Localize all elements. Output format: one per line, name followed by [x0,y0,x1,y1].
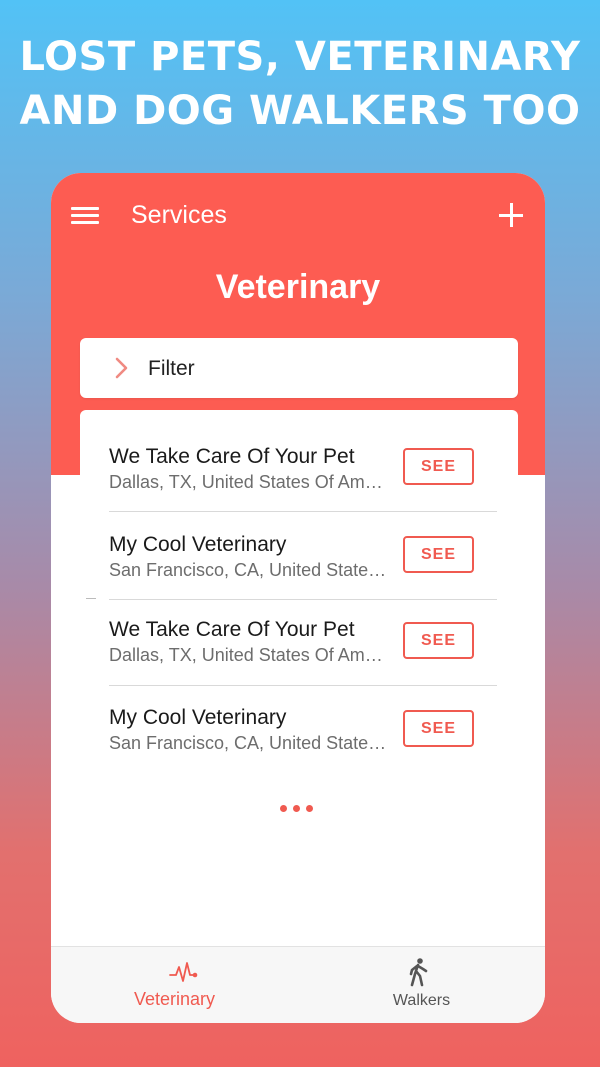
service-address: San Francisco, CA, United States Of Amer… [109,560,391,580]
more-dots-icon[interactable] [280,805,318,813]
divider [109,685,497,686]
see-button[interactable]: SEE [403,448,474,485]
promo-headline: LOST PETS, VETERINARY AND DOG WALKERS TO… [0,30,600,138]
list-item[interactable]: We Take Care Of Your Pet Dallas, TX, Uni… [109,444,497,532]
page-title: Veterinary [215,268,381,306]
add-icon[interactable] [499,203,523,227]
list-item[interactable]: We Take Care Of Your Pet Dallas, TX, Uni… [109,617,497,705]
walking-person-icon [409,958,428,987]
see-button[interactable]: SEE [403,622,474,659]
headline-line-1: LOST PETS, VETERINARY [19,34,581,80]
services-list: We Take Care Of Your Pet Dallas, TX, Uni… [80,410,518,1023]
tab-veterinary[interactable]: Veterinary [51,947,298,1023]
filter-label: Filter [148,357,195,380]
divider [109,511,497,512]
divider [86,598,96,599]
app-bar-title: Services [131,201,227,229]
tab-walkers[interactable]: Walkers [298,947,545,1023]
service-address: Dallas, TX, United States Of America [109,472,391,492]
see-button[interactable]: SEE [403,710,474,747]
tab-label: Walkers [392,992,451,1009]
bottom-navigation: Veterinary Walkers [51,946,545,1023]
list-item[interactable]: My Cool Veterinary San Francisco, CA, Un… [109,705,497,793]
phone-screen: Services Veterinary Filter We Take Care … [51,173,545,1023]
service-name: We Take Care Of Your Pet [109,445,355,468]
chevron-right-icon [115,357,128,379]
service-address: Dallas, TX, United States Of America [109,645,391,665]
app-bar: Services [51,173,545,257]
service-name: My Cool Veterinary [109,706,287,729]
service-name: We Take Care Of Your Pet [109,618,355,641]
filter-bar[interactable]: Filter [80,338,518,398]
tab-label: Veterinary [133,989,216,1009]
divider [109,599,497,600]
list-item[interactable]: My Cool Veterinary San Francisco, CA, Un… [109,532,497,620]
headline-line-2: AND DOG WALKERS TOO [19,88,581,134]
heartbeat-icon [169,962,198,982]
service-address: San Francisco, CA, United States Of Amer… [109,733,391,753]
service-name: My Cool Veterinary [109,533,287,556]
hamburger-menu-icon[interactable] [71,205,99,227]
see-button[interactable]: SEE [403,536,474,573]
